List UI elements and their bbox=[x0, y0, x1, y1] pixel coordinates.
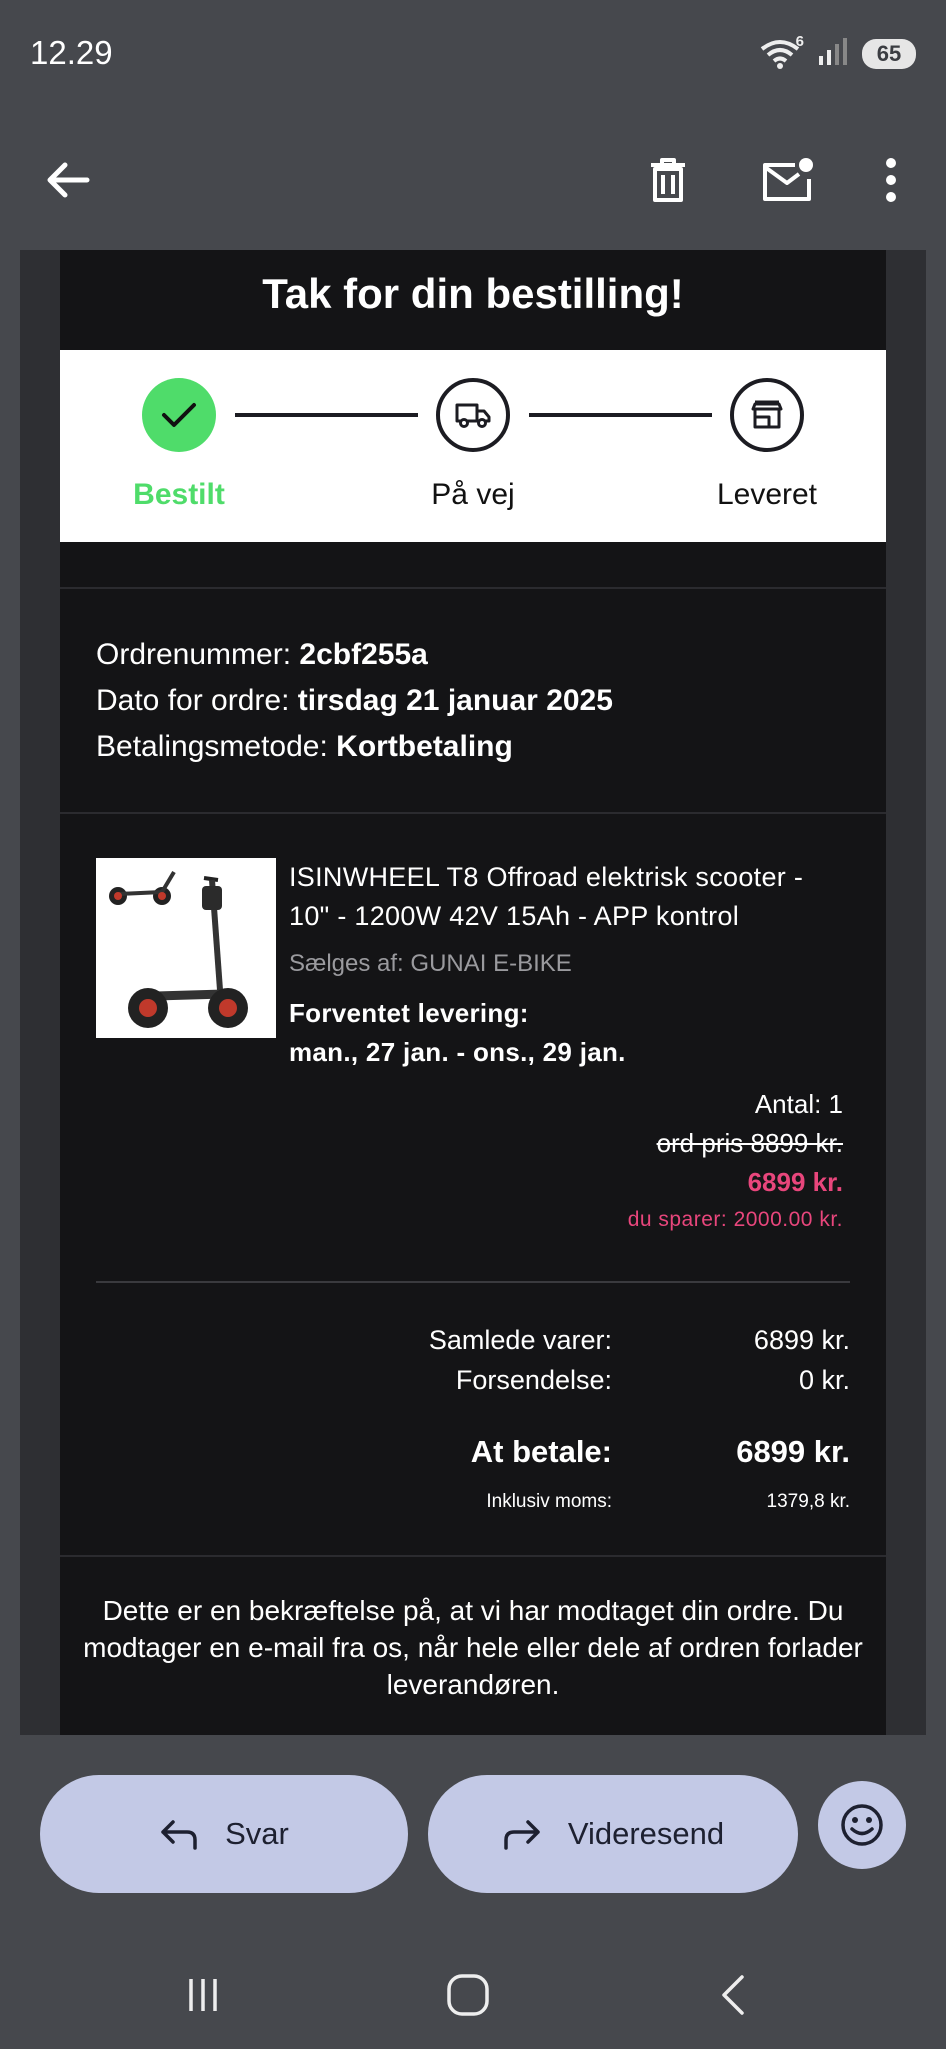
payment-method-row: Betalingsmetode: Kortbetaling bbox=[96, 724, 613, 770]
order-number-row: Ordrenummer: 2cbf255a bbox=[96, 632, 613, 678]
wifi-icon: 6 bbox=[760, 33, 804, 71]
wifi-badge: 6 bbox=[795, 32, 804, 50]
confirmation-text: Dette er en bekræftelse på, at vi har mo… bbox=[83, 1595, 863, 1700]
trash-icon bbox=[651, 158, 685, 202]
truck-icon bbox=[455, 403, 491, 428]
step-shipping-circle bbox=[436, 378, 510, 452]
delivery-value: man., 27 jan. - ons., 29 jan. bbox=[289, 1037, 626, 1067]
mark-unread-button[interactable] bbox=[748, 140, 828, 220]
progress-line bbox=[235, 413, 418, 417]
status-icons: 6 65 bbox=[760, 33, 916, 71]
nav-back-icon bbox=[722, 1975, 744, 2015]
step-ordered-label: Bestilt bbox=[133, 478, 225, 511]
product-title[interactable]: ISINWHEEL T8 Offroad elektrisk scooter -… bbox=[289, 858, 849, 936]
store-icon bbox=[751, 400, 783, 429]
order-number-value: 2cbf255a bbox=[299, 638, 428, 671]
status-bar: 12.29 6 65 bbox=[0, 0, 946, 110]
arrow-left-icon bbox=[47, 162, 90, 198]
divider bbox=[60, 812, 886, 814]
old-price: ord pris 8899 kr. bbox=[656, 1128, 843, 1158]
delivery-label: Forventet levering: bbox=[289, 998, 529, 1028]
email-actions: Svar Videresend bbox=[0, 1735, 946, 1895]
recents-button[interactable] bbox=[163, 1965, 243, 2025]
product-seller: Sælges af: GUNAI E-BIKE bbox=[289, 950, 572, 977]
order-number-label: Ordrenummer: bbox=[96, 638, 292, 671]
quantity: Antal: 1 bbox=[754, 1089, 843, 1119]
email-toolbar bbox=[0, 110, 946, 250]
saving-amount: du sparer: 2000.00 kr. bbox=[627, 1208, 843, 1231]
delete-button[interactable] bbox=[628, 140, 708, 220]
mail-unread-icon bbox=[763, 158, 813, 201]
forward-label: Videresend bbox=[567, 1816, 725, 1851]
payment-method-label: Betalingsmetode: bbox=[96, 730, 328, 763]
order-info: Ordrenummer: 2cbf255a Dato for ordre: ti… bbox=[96, 632, 613, 770]
order-date-row: Dato for ordre: tirsdag 21 januar 2025 bbox=[96, 678, 613, 724]
new-price: 6899 kr. bbox=[747, 1167, 843, 1197]
divider bbox=[60, 587, 886, 589]
more-options-button[interactable] bbox=[851, 140, 931, 220]
scooter-image bbox=[96, 858, 276, 1038]
emoji-smile-icon bbox=[841, 1804, 883, 1846]
email-title: Tak for din bestilling! bbox=[262, 270, 684, 317]
check-icon bbox=[162, 403, 196, 427]
step-shipping-label: På vej bbox=[431, 478, 515, 511]
reply-icon bbox=[161, 1820, 197, 1850]
reply-button[interactable]: Svar bbox=[40, 1775, 408, 1893]
signal-icon bbox=[818, 36, 848, 71]
email-content: Tak for din bestilling! Bestilt På vej L… bbox=[60, 250, 886, 1735]
back-button[interactable] bbox=[28, 140, 108, 220]
order-date-value: tirsdag 21 januar 2025 bbox=[297, 684, 613, 717]
email-viewport[interactable]: Tak for din bestilling! Bestilt På vej L… bbox=[20, 250, 926, 1735]
home-icon bbox=[447, 1974, 489, 2016]
progress-line bbox=[529, 413, 712, 417]
payment-method-value: Kortbetaling bbox=[336, 730, 513, 763]
order-progress: Bestilt På vej Leveret bbox=[60, 350, 886, 542]
vat-value: 1379,8 kr. bbox=[766, 1491, 850, 1512]
more-vert-icon bbox=[886, 158, 896, 202]
subtotal-value: 6899 kr. bbox=[753, 1325, 850, 1355]
product-image[interactable] bbox=[96, 858, 276, 1038]
shipping-value: 0 kr. bbox=[798, 1365, 850, 1395]
status-time: 12.29 bbox=[30, 34, 113, 71]
reply-label: Svar bbox=[225, 1816, 289, 1851]
divider bbox=[96, 1281, 850, 1283]
system-nav-bar bbox=[0, 1935, 946, 2049]
total-label: At betale: bbox=[470, 1434, 612, 1469]
shipping-label: Forsendelse: bbox=[455, 1365, 612, 1395]
divider bbox=[60, 1555, 886, 1557]
nav-back-button[interactable] bbox=[693, 1965, 773, 2025]
subtotal-label: Samlede varer: bbox=[428, 1325, 612, 1355]
forward-button[interactable]: Videresend bbox=[428, 1775, 798, 1893]
price-block: Antal: 1 ord pris 8899 kr. 6899 kr. du s… bbox=[628, 1085, 843, 1238]
battery-indicator: 65 bbox=[862, 38, 916, 69]
emoji-reaction-button[interactable] bbox=[818, 1781, 906, 1869]
step-delivered-circle bbox=[730, 378, 804, 452]
expected-delivery: Forventet levering: man., 27 jan. - ons.… bbox=[289, 994, 626, 1072]
step-delivered-label: Leveret bbox=[716, 478, 818, 511]
home-button[interactable] bbox=[428, 1965, 508, 2025]
step-ordered-circle bbox=[142, 378, 216, 452]
vat-label: Inklusiv moms: bbox=[486, 1491, 612, 1512]
recents-icon bbox=[189, 1979, 217, 2011]
total-value: 6899 kr. bbox=[736, 1434, 850, 1469]
forward-icon bbox=[504, 1820, 540, 1850]
order-date-label: Dato for ordre: bbox=[96, 684, 290, 717]
